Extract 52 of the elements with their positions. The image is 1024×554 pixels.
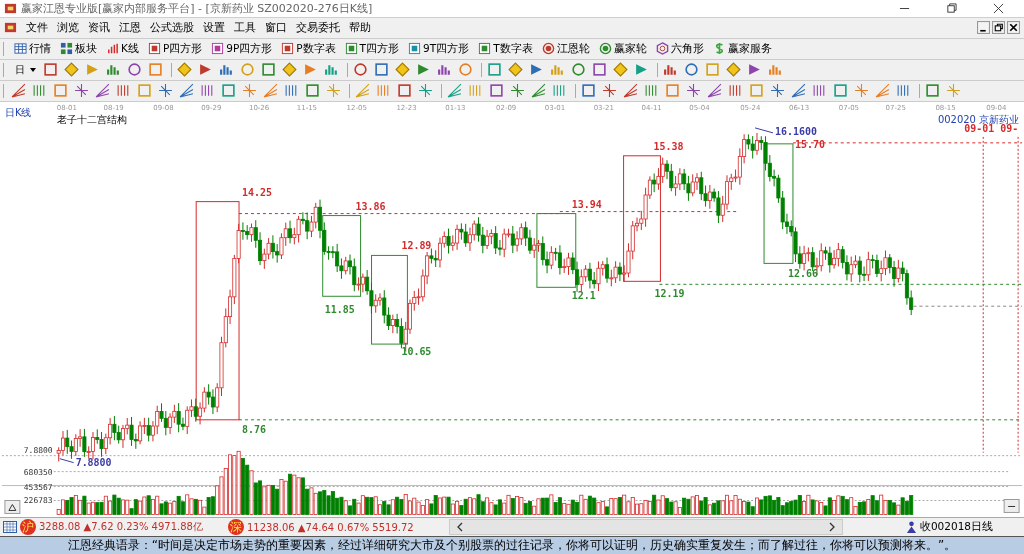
toolbar-button[interactable]: K线 <box>103 39 142 58</box>
volume-axis-label: 226783 <box>23 496 53 506</box>
price-label: 12.89 <box>401 240 432 252</box>
price-label: 7.8800 <box>75 456 112 468</box>
menu-item[interactable]: 帮助 <box>349 20 371 36</box>
period-dropdown[interactable]: 日 <box>11 60 40 79</box>
index-quote: 11238.06 ▲74.64 0.67% 5519.72 <box>246 521 414 533</box>
price-label: 12.1 <box>571 289 596 301</box>
toolbar-button[interactable]: T数字表 <box>475 39 536 58</box>
toolbar-button[interactable]: 江恩轮 <box>538 39 593 58</box>
price-label: 10.65 <box>401 345 432 357</box>
price-axis-label: 7.8800 <box>23 445 53 455</box>
price-label: 14.25 <box>242 186 272 198</box>
window-title: 赢家江恩专业版[赢家内部服务平台] - [京新药业 SZ002020-276日K线] <box>21 0 373 16</box>
chart-period: 日K线 <box>4 106 32 118</box>
price-label: 12.19 <box>654 287 685 299</box>
menu-item[interactable]: 文件 <box>26 20 48 36</box>
stock-name: 002020 京新药业 <box>937 113 1020 125</box>
toolbar-button[interactable]: T四方形 <box>341 39 402 58</box>
toolbar-button[interactable]: P数字表 <box>278 39 339 58</box>
price-label: 16.1600 <box>775 125 817 137</box>
menu-item[interactable]: 设置 <box>203 20 225 36</box>
market-badge: 深 <box>227 519 244 536</box>
menu-item[interactable]: 窗口 <box>265 20 287 36</box>
menu-item[interactable]: 资讯 <box>88 20 110 36</box>
volume-axis-label: 453567 <box>23 482 53 492</box>
close-price-label: 收002018日线 <box>919 520 993 535</box>
menu-item[interactable]: 公式选股 <box>150 20 194 36</box>
price-label: 13.86 <box>355 200 386 212</box>
toolbar-button[interactable]: 赢家轮 <box>595 39 650 58</box>
toolbar-button[interactable]: P四方形 <box>144 39 206 58</box>
menu-item[interactable]: 江恩 <box>119 20 141 36</box>
toolbar-button[interactable]: 板块 <box>57 39 100 58</box>
toolbar-button[interactable]: 9P四方形 <box>208 39 276 58</box>
price-label: 15.70 <box>794 138 825 150</box>
price-label: 8.76 <box>242 423 266 435</box>
index-quote: 3288.08 ▲7.62 0.23% 4971.88亿 <box>39 520 203 535</box>
price-label: 12.66 <box>787 267 818 279</box>
chart-title: 老子十二宫结构 <box>56 113 127 125</box>
market-badge: 沪 <box>20 519 36 536</box>
toolbar-button[interactable]: 赢家服务 <box>709 39 775 58</box>
menu-item[interactable]: 浏览 <box>57 20 79 36</box>
quote-banner: 江恩经典语录：“时间是决定市场走势的重要因素，经过详细研究大市及个别股票的过往记录，你将可以证明，历史确实重复发生；而了解过往，你将可以预测将来。”。 <box>0 536 1024 554</box>
toolbar-button[interactable]: 六角形 <box>652 39 707 58</box>
price-label: 11.85 <box>324 303 355 315</box>
menu-item[interactable]: 交易委托 <box>296 20 340 36</box>
toolbar-button[interactable]: 9T四方形 <box>405 39 473 58</box>
price-label: 15.38 <box>653 140 684 152</box>
price-label: 13.94 <box>571 198 602 210</box>
menu-item[interactable]: 工具 <box>234 20 256 36</box>
volume-axis-label: 680350 <box>23 467 53 477</box>
toolbar-button[interactable]: 行情 <box>11 39 54 58</box>
